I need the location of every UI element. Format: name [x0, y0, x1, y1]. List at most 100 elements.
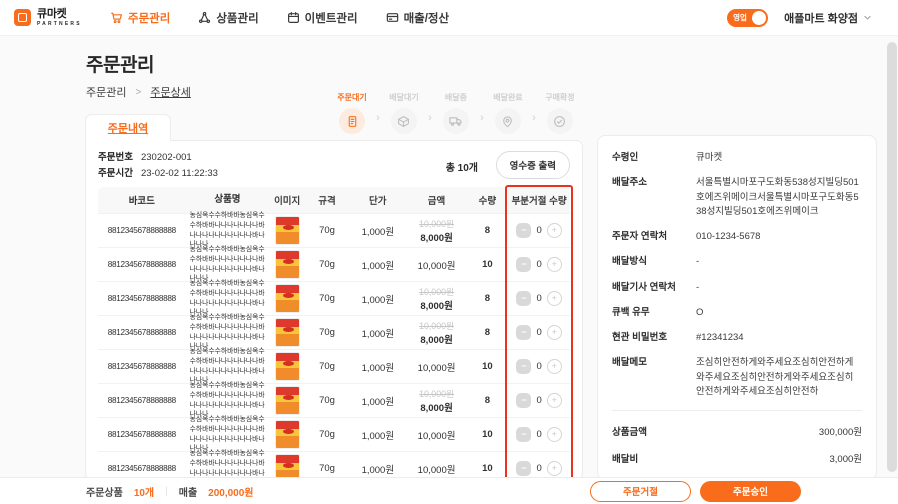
field-label: 배달기사 연락처 — [612, 281, 676, 293]
order-time-value: 23-02-02 11:22:33 — [140, 167, 218, 179]
main-nav: 주문관리 상품관리 이벤트관리 매출/정산 — [110, 10, 449, 26]
decrease-reject-button[interactable]: − — [516, 393, 532, 408]
breadcrumb-order-detail[interactable]: 주문상세 — [150, 84, 190, 100]
reject-quantity-value: 0 — [536, 225, 542, 236]
increase-reject-button[interactable]: + — [546, 223, 562, 238]
field-label: 배달방식 — [612, 256, 647, 268]
sales-value: 200,000원 — [208, 487, 254, 499]
col-header-image: 이미지 — [274, 196, 301, 207]
table-row: 8812345678888888 농심옥수수하바바농심옥수수하바바나나나나나나나… — [98, 280, 570, 317]
cell-quantity: 10 — [482, 429, 493, 440]
step-delivering: 배달중 — [434, 92, 478, 134]
pin-icon — [494, 108, 521, 134]
box-icon — [390, 108, 417, 134]
decrease-reject-button[interactable]: − — [516, 461, 532, 476]
cell-unit-price: 1,000원 — [361, 430, 395, 442]
cell-quantity: 8 — [484, 395, 490, 406]
print-receipt-button[interactable]: 영수증 출력 — [495, 151, 570, 179]
current-price: 8,000원 — [420, 233, 453, 244]
toggle-knob — [752, 10, 767, 25]
total-item-count: 총 10개 — [445, 163, 478, 174]
increase-reject-button[interactable]: + — [546, 257, 562, 272]
decrease-reject-button[interactable]: − — [516, 359, 532, 374]
step-arrow-icon: › — [480, 112, 484, 124]
reject-quantity-value: 0 — [536, 429, 542, 440]
cell-partial-reject: − 0 + — [508, 393, 570, 408]
table-row: 8812345678888888 농심옥수수하바바농심옥수수하바바나나나나나나나… — [98, 416, 570, 452]
col-header-barcode: 바코드 — [128, 196, 155, 207]
original-price: 10,000원 — [419, 287, 455, 297]
increase-reject-button[interactable]: + — [546, 461, 562, 476]
product-image — [274, 250, 300, 279]
cell-barcode: 8812345678888888 — [107, 362, 176, 371]
toggle-label: 영업 — [733, 13, 747, 22]
breadcrumb-orders[interactable]: 주문관리 — [86, 84, 126, 100]
delivery-field: 큐백 유무 O — [612, 306, 862, 320]
field-value: - — [696, 256, 700, 268]
cell-unit-price: 1,000원 — [361, 396, 395, 408]
payment-value: 300,000원 — [818, 427, 862, 438]
nav-item-events[interactable]: 이벤트관리 — [287, 10, 358, 26]
decrease-reject-button[interactable]: − — [516, 291, 532, 306]
current-price: 8,000원 — [420, 301, 453, 312]
cell-spec: 70g — [319, 293, 335, 304]
page-scrollbar[interactable] — [887, 42, 897, 472]
approve-order-button[interactable]: 주문승인 — [700, 480, 801, 502]
cell-partial-reject: − 0 + — [508, 427, 570, 442]
cell-partial-reject: − 0 + — [508, 325, 570, 340]
field-label: 주문자 연락처 — [612, 231, 668, 242]
cell-product-name: 농심옥수수하바바농심옥수수하바바나나나나나나나바나나나나나나나나나나바나나나나 — [189, 280, 265, 317]
cell-product-name: 농심옥수수하바바농심옥수수하바바나나나나나나나바나나나나나나나나나나바나나나나 — [189, 382, 265, 419]
increase-reject-button[interactable]: + — [546, 393, 562, 408]
increase-reject-button[interactable]: + — [546, 291, 562, 306]
cell-unit-price: 1,000원 — [361, 260, 395, 272]
order-items-value: 10개 — [133, 487, 155, 499]
reject-quantity-value: 0 — [536, 361, 542, 372]
decrease-reject-button[interactable]: − — [516, 223, 532, 238]
store-name: 애플마트 화양점 — [784, 12, 858, 25]
step-delivery-waiting: 배달대기 — [382, 92, 426, 134]
current-price: 10,000원 — [417, 260, 456, 272]
product-image — [274, 318, 300, 347]
delivery-field: 배달주소 서울특별시마포구도화동538성지빌딩501호에즈위메이크서울특별시마포… — [612, 176, 862, 219]
cell-spec: 70g — [319, 463, 335, 474]
step-purchase-confirmed: 구매확정 — [538, 92, 582, 134]
nav-item-products[interactable]: 상품관리 — [198, 10, 259, 26]
order-detail-card: 주문번호 230202-001 주문시간 23-02-02 11:22:33 총… — [85, 140, 583, 487]
cell-barcode: 8812345678888888 — [107, 430, 176, 439]
table-row: 8812345678888888 농심옥수수하바바농심옥수수하바바나나나나나나나… — [98, 246, 570, 282]
nav-item-orders[interactable]: 주문관리 — [110, 10, 170, 26]
decrease-reject-button[interactable]: − — [516, 427, 532, 442]
reject-quantity-value: 0 — [536, 259, 542, 270]
cell-barcode: 8812345678888888 — [107, 294, 176, 303]
order-number-label: 주문번호 — [98, 152, 133, 163]
reject-quantity-value: 0 — [536, 293, 542, 304]
reject-order-button[interactable]: 주문거절 — [590, 480, 691, 502]
nav-item-sales[interactable]: 매출/정산 — [386, 10, 450, 26]
increase-reject-button[interactable]: + — [546, 359, 562, 374]
decrease-reject-button[interactable]: − — [516, 257, 532, 272]
field-label: 현관 비밀번호 — [612, 332, 668, 343]
brand-logo[interactable]: 큐마켓 PARTNERS — [14, 8, 100, 27]
product-image — [274, 352, 300, 381]
cell-amount: 10,000원 8,000원 — [407, 319, 467, 346]
col-header-unit-price: 단가 — [369, 196, 387, 207]
increase-reject-button[interactable]: + — [546, 325, 562, 340]
store-selector[interactable]: 애플마트 화양점 — [784, 10, 872, 26]
cell-unit-price: 1,000원 — [361, 464, 395, 476]
increase-reject-button[interactable]: + — [546, 427, 562, 442]
nav-item-label: 이벤트관리 — [304, 12, 358, 25]
delivery-field: 배달방식 - — [612, 255, 862, 269]
nav-item-label: 매출/정산 — [403, 12, 450, 25]
order-time-label: 주문시간 — [98, 167, 133, 179]
cell-barcode: 8812345678888888 — [107, 226, 176, 235]
cell-product-name: 농심옥수수하바바농심옥수수하바바나나나나나나나바나나나나나나나나나나바나나나나 — [189, 314, 265, 351]
current-price: 10,000원 — [417, 430, 456, 442]
tab-order-history[interactable]: 주문내역 — [85, 114, 171, 141]
step-order-waiting: 주문대기 — [330, 92, 374, 134]
decrease-reject-button[interactable]: − — [516, 325, 532, 340]
cell-image — [269, 420, 305, 449]
cell-amount: 10,000원 — [407, 258, 467, 272]
payment-value: 3,000원 — [829, 453, 862, 465]
business-open-toggle[interactable]: 영업 — [727, 8, 769, 27]
